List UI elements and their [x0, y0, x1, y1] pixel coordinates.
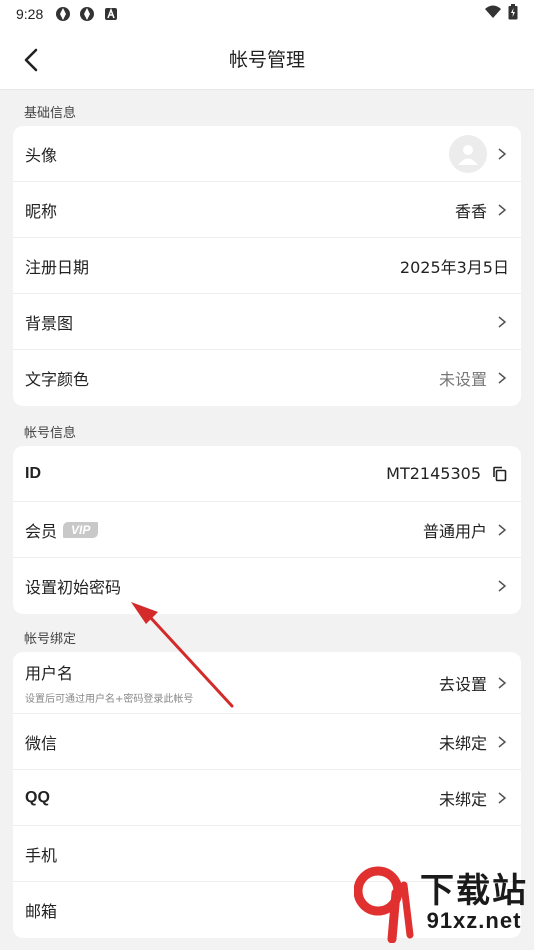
watermark: 下载站 91xz.net — [289, 858, 534, 950]
qq-value: 未绑定 — [438, 789, 487, 809]
nickname-value: 香香 — [454, 201, 487, 221]
qq-row[interactable]: QQ 未绑定 — [13, 770, 521, 826]
chevron-right-icon — [498, 315, 507, 328]
wechat-label: 微信 — [25, 733, 58, 753]
a-notification-icon — [103, 6, 119, 22]
id-value: MT2145305 — [386, 464, 481, 483]
set-password-label: 设置初始密码 — [25, 578, 122, 597]
app-notification-icon — [79, 6, 95, 22]
watermark-brand: 下载站 — [420, 871, 528, 911]
basic-info-card: 头像 昵称 香香 注册日期 2025年3月5日 背景图 文字颜色 未设置 — [13, 126, 521, 406]
username-value: 去设置 — [438, 674, 487, 694]
avatar-label: 头像 — [25, 145, 58, 165]
app-notification-icon — [55, 6, 71, 22]
username-row[interactable]: 用户名 设置后可通过用户名+密码登录此帐号 去设置 — [13, 652, 521, 714]
username-label: 用户名 — [25, 664, 74, 683]
member-row[interactable]: 会员 VIP 普通用户 — [13, 502, 521, 558]
watermark-url: 91xz.net — [426, 908, 522, 933]
chevron-right-icon — [498, 735, 507, 748]
avatar-row[interactable]: 头像 — [13, 126, 521, 182]
register-date-label: 注册日期 — [25, 257, 90, 277]
status-time: 9:28 — [16, 6, 44, 22]
back-button[interactable] — [18, 46, 46, 74]
copy-icon[interactable] — [491, 465, 509, 483]
text-color-row[interactable]: 文字颜色 未设置 — [13, 350, 521, 406]
watermark-logo-icon — [354, 866, 414, 943]
default-avatar-icon — [458, 144, 478, 165]
set-password-row[interactable]: 设置初始密码 — [13, 558, 521, 614]
register-date-row: 注册日期 2025年3月5日 — [13, 238, 521, 294]
qq-label: QQ — [25, 788, 50, 806]
text-color-label: 文字颜色 — [25, 370, 90, 389]
chevron-right-icon — [498, 523, 507, 536]
register-date-value: 2025年3月5日 — [399, 257, 509, 277]
chevron-right-icon — [498, 580, 507, 592]
username-hint: 设置后可通过用户名+密码登录此帐号 — [25, 694, 194, 705]
background-row[interactable]: 背景图 — [13, 294, 521, 350]
section-label-basic: 基础信息 — [24, 106, 77, 121]
member-label: 会员 — [25, 521, 58, 541]
app-header: 帐号管理 — [0, 28, 534, 90]
id-row: ID MT2145305 — [13, 446, 521, 502]
nickname-row[interactable]: 昵称 香香 — [13, 182, 521, 238]
text-color-value: 未设置 — [438, 370, 487, 389]
phone-label: 手机 — [25, 845, 58, 865]
section-label-binding: 帐号绑定 — [24, 632, 77, 647]
back-arrow-icon — [24, 48, 38, 72]
wifi-icon — [484, 5, 502, 23]
battery-icon — [508, 4, 518, 24]
chevron-right-icon — [498, 676, 507, 689]
id-label: ID — [25, 464, 41, 482]
section-label-account: 帐号信息 — [24, 426, 77, 441]
member-value: 普通用户 — [422, 521, 487, 541]
vip-badge: VIP — [63, 521, 99, 538]
chevron-right-icon — [498, 791, 507, 804]
chevron-right-icon — [498, 147, 507, 160]
account-info-card: ID MT2145305 会员 VIP 普通用户 设置初始密码 — [13, 446, 521, 614]
avatar — [449, 134, 487, 173]
email-label: 邮箱 — [25, 902, 58, 921]
status-bar: 9:28 — [0, 0, 534, 28]
chevron-right-icon — [498, 372, 507, 384]
page-title: 帐号管理 — [228, 49, 305, 71]
background-label: 背景图 — [25, 313, 74, 333]
chevron-right-icon — [498, 203, 507, 216]
wechat-row[interactable]: 微信 未绑定 — [13, 714, 521, 770]
wechat-value: 未绑定 — [438, 733, 487, 753]
nickname-label: 昵称 — [25, 201, 58, 221]
